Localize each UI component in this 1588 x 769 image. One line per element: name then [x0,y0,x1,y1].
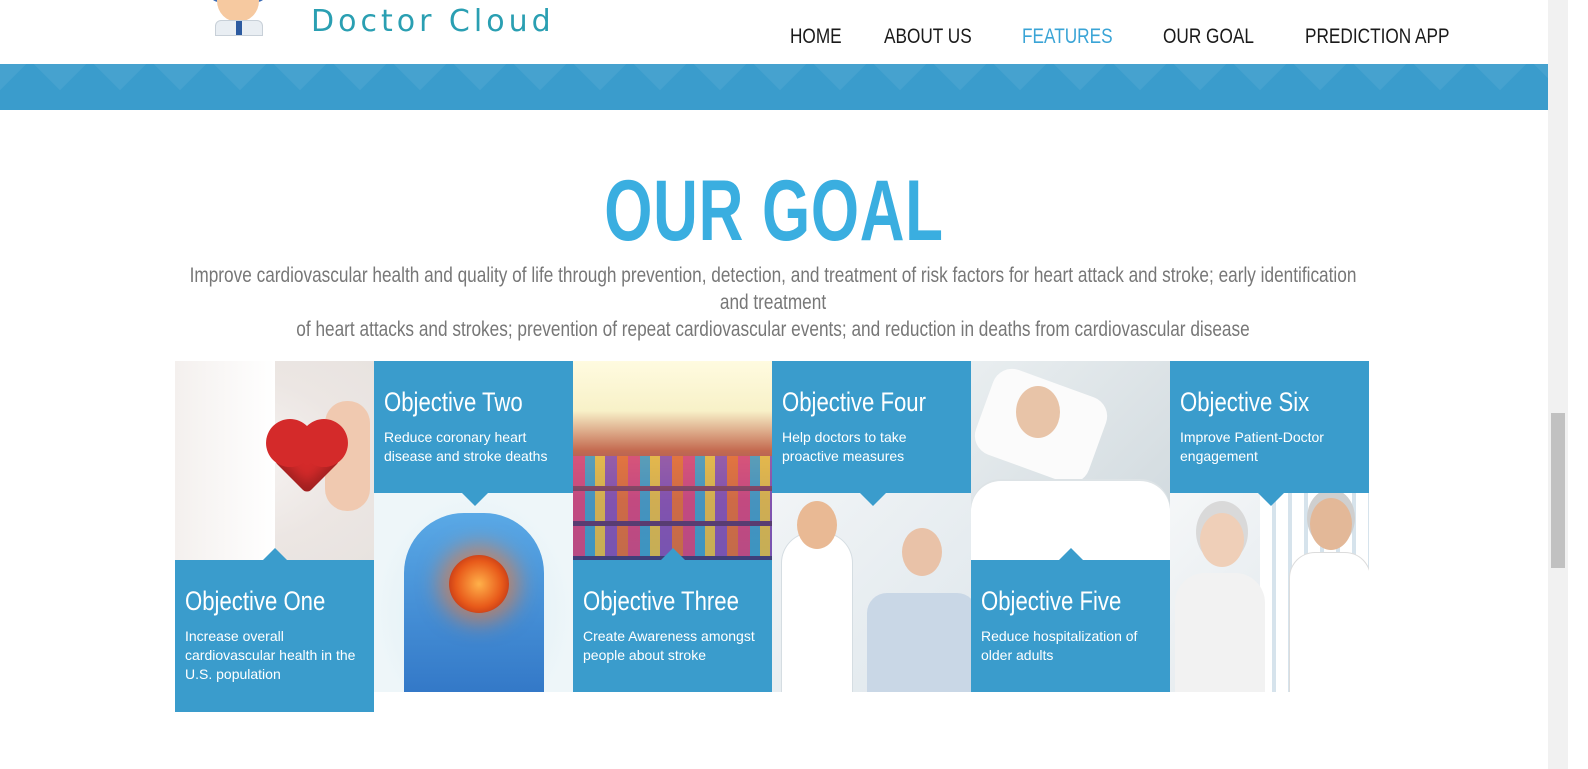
objective-title: Objective One [185,586,326,616]
objective-title: Objective Two [384,387,523,417]
objective-three-image [573,361,772,560]
nav-home[interactable]: HOME [790,25,842,49]
nav-features[interactable]: FEATURES [1022,25,1113,49]
heart-organ-icon [449,555,509,613]
objective-text: Reduce hospitalization of older adults [981,628,1138,663]
main-nav: HOME ABOUT US FEATURES OUR GOAL PREDICTI… [790,25,1513,49]
scrollbar-thumb[interactable] [1551,413,1565,568]
doctor-mascot-icon [205,0,277,40]
header-banner [0,64,1548,110]
objective-title: Objective Four [782,387,926,417]
objective-six-card[interactable]: Objective Six Improve Patient-Doctor eng… [1170,361,1369,493]
objective-four-image [772,493,971,692]
pointer-arrow [262,548,288,561]
pointer-arrow [462,493,488,506]
objective-title: Objective Five [981,586,1122,616]
logo-text: Doctor Cloud [311,4,555,39]
pointer-arrow [1258,493,1284,506]
objective-six-image [1170,493,1369,692]
description-line-1: Improve cardiovascular health and qualit… [189,264,1357,314]
pointer-arrow [860,493,886,506]
page-scrollbar[interactable] [1548,0,1568,769]
section-description: Improve cardiovascular health and qualit… [190,262,1357,343]
pointer-arrow [660,548,686,561]
nav-about-us[interactable]: ABOUT US [884,25,972,49]
objective-text: Improve Patient-Doctor engagement [1180,429,1324,464]
objective-text: Reduce coronary heart disease and stroke… [384,429,548,464]
objective-two-image [374,493,573,692]
section-title: OUR GOAL [604,163,944,259]
nav-prediction-app[interactable]: PREDICTION APP [1305,25,1449,49]
nav-our-goal[interactable]: OUR GOAL [1163,25,1254,49]
objective-title: Objective Three [583,586,739,616]
pointer-arrow [1058,548,1084,561]
objectives-grid: Objective One Increase overall cardiovas… [175,361,1370,712]
window-edge [1568,0,1588,769]
logo[interactable]: Doctor Cloud [205,0,555,40]
objective-four-card[interactable]: Objective Four Help doctors to take proa… [772,361,971,493]
objective-text: Increase overall cardiovascular health i… [185,628,356,682]
objective-title: Objective Six [1180,387,1310,417]
objective-one-image [175,361,374,560]
objective-text: Help doctors to take proactive measures [782,429,907,464]
objective-one-card[interactable]: Objective One Increase overall cardiovas… [175,560,374,712]
objective-two-card[interactable]: Objective Two Reduce coronary heart dise… [374,361,573,493]
objective-text: Create Awareness amongst people about st… [583,628,755,663]
description-line-2: of heart attacks and strokes; prevention… [296,318,1250,341]
site-header: Doctor Cloud HOME ABOUT US FEATURES OUR … [0,0,1548,64]
objective-three-card[interactable]: Objective Three Create Awareness amongst… [573,560,772,692]
objective-five-card[interactable]: Objective Five Reduce hospitalization of… [971,560,1170,692]
objective-five-image [971,361,1170,560]
